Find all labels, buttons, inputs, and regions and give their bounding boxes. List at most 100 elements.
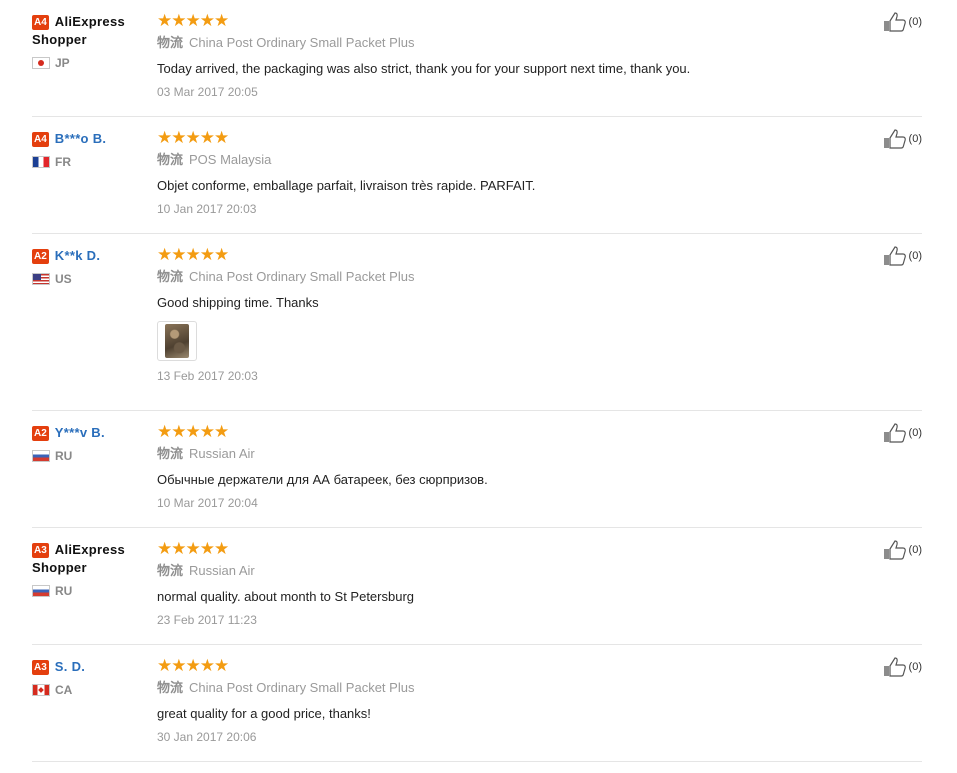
shipping-method: 物流 China Post Ordinary Small Packet Plus bbox=[157, 269, 857, 286]
review-text: Обычные держатели для АА батареек, без с… bbox=[157, 472, 488, 487]
thumbs-up-icon bbox=[883, 246, 909, 266]
buyer-name[interactable]: K**k D. bbox=[55, 248, 100, 263]
buyer-info: A2 Y***v B. RU bbox=[32, 424, 152, 463]
review-item: A3 AliExpress Shopper RU ★★★★★ 物流 Russian … bbox=[32, 528, 922, 645]
star-rating: ★★★★★ bbox=[157, 245, 229, 264]
buyer-level-badge: A2 bbox=[32, 426, 49, 441]
review-text: Today arrived, the packaging was also st… bbox=[157, 61, 691, 76]
logistics-label: 物流 bbox=[157, 153, 184, 168]
review-item: A2 K**k D. US ★★★★★ 物流 China Post Ordinary… bbox=[32, 234, 922, 411]
shipping-method-name: China Post Ordinary Small Packet Plus bbox=[189, 269, 415, 284]
buyer-level-badge: A2 bbox=[32, 249, 49, 264]
review-item: A2 Y***v B. RU ★★★★★ 物流 Russian Air Обычны… bbox=[32, 411, 922, 528]
buyer-country: RU bbox=[32, 449, 152, 463]
review-item: A4 B***o B. FR ★★★★★ 物流 POS Malaysia Objet… bbox=[32, 117, 922, 234]
country-code: US bbox=[55, 272, 72, 286]
ru-flag-icon bbox=[32, 585, 50, 597]
us-flag-icon bbox=[32, 273, 50, 285]
review-content: ★★★★★ 物流 China Post Ordinary Small Packet… bbox=[157, 657, 857, 745]
review-photo-thumbnail[interactable] bbox=[157, 321, 197, 361]
review-content: ★★★★★ 物流 Russian Air normal quality. abou… bbox=[157, 540, 857, 628]
review-date: 10 Mar 2017 20:04 bbox=[157, 496, 258, 510]
review-item: A4 AliExpress Shopper JP ★★★★★ 物流 China Po… bbox=[32, 0, 922, 117]
review-date: 10 Jan 2017 20:03 bbox=[157, 202, 257, 216]
review-date: 23 Feb 2017 11:23 bbox=[157, 613, 257, 627]
review-content: ★★★★★ 物流 POS Malaysia Objet conforme, emb… bbox=[157, 129, 857, 217]
logistics-label: 物流 bbox=[157, 36, 184, 51]
logistics-label: 物流 bbox=[157, 681, 184, 696]
buyer-info: A3 AliExpress Shopper RU bbox=[32, 541, 152, 598]
logistics-label: 物流 bbox=[157, 447, 184, 462]
helpful-button[interactable]: (0) bbox=[883, 129, 922, 149]
review-photo bbox=[165, 324, 189, 358]
buyer-country: FR bbox=[32, 155, 152, 169]
review-text: Objet conforme, emballage parfait, livra… bbox=[157, 178, 536, 193]
helpful-button[interactable]: (0) bbox=[883, 12, 922, 32]
buyer-country: CA bbox=[32, 683, 152, 697]
buyer-name[interactable]: B***o B. bbox=[55, 131, 107, 146]
buyer-info: A2 K**k D. US bbox=[32, 247, 152, 286]
country-code: CA bbox=[55, 683, 73, 697]
helpful-count: (0) bbox=[908, 250, 922, 262]
helpful-button[interactable]: (0) bbox=[883, 657, 922, 677]
buyer-info: A4 B***o B. FR bbox=[32, 130, 152, 169]
helpful-button[interactable]: (0) bbox=[883, 423, 922, 443]
shipping-method: 物流 Russian Air bbox=[157, 563, 857, 580]
thumbs-up-icon bbox=[883, 12, 909, 32]
helpful-button[interactable]: (0) bbox=[883, 246, 922, 266]
shipping-method: 物流 China Post Ordinary Small Packet Plus bbox=[157, 35, 857, 52]
star-rating: ★★★★★ bbox=[157, 656, 229, 675]
shipping-method-name: POS Malaysia bbox=[189, 152, 272, 167]
review-content: ★★★★★ 物流 China Post Ordinary Small Packet… bbox=[157, 12, 857, 100]
review-text: Good shipping time. Thanks bbox=[157, 295, 319, 310]
buyer-info: A4 AliExpress Shopper JP bbox=[32, 13, 152, 70]
shipping-method-name: China Post Ordinary Small Packet Plus bbox=[189, 680, 415, 695]
country-code: JP bbox=[55, 56, 70, 70]
review-item: A3 S. D. CA ★★★★★ 物流 China Post Ordinary S… bbox=[32, 645, 922, 762]
review-content: ★★★★★ 物流 Russian Air Обычные держатели дл… bbox=[157, 423, 857, 511]
helpful-count: (0) bbox=[908, 661, 922, 673]
buyer-level-badge: A3 bbox=[32, 660, 49, 675]
country-code: RU bbox=[55, 584, 73, 598]
buyer-name[interactable]: S. D. bbox=[55, 659, 85, 674]
buyer-country: JP bbox=[32, 56, 152, 70]
buyer-level-badge: A3 bbox=[32, 543, 49, 558]
thumbs-up-icon bbox=[883, 129, 909, 149]
helpful-count: (0) bbox=[908, 544, 922, 556]
buyer-level-badge: A4 bbox=[32, 132, 49, 147]
helpful-count: (0) bbox=[908, 16, 922, 28]
ru-flag-icon bbox=[32, 450, 50, 462]
review-date: 30 Jan 2017 20:06 bbox=[157, 730, 257, 744]
helpful-count: (0) bbox=[908, 133, 922, 145]
logistics-label: 物流 bbox=[157, 564, 184, 579]
shipping-method: 物流 Russian Air bbox=[157, 446, 857, 463]
review-text: great quality for a good price, thanks! bbox=[157, 706, 371, 721]
helpful-button[interactable]: (0) bbox=[883, 540, 922, 560]
star-rating: ★★★★★ bbox=[157, 128, 229, 147]
buyer-country: US bbox=[32, 272, 152, 286]
fr-flag-icon bbox=[32, 156, 50, 168]
buyer-country: RU bbox=[32, 584, 152, 598]
ca-flag-icon bbox=[32, 684, 50, 696]
shipping-method: 物流 China Post Ordinary Small Packet Plus bbox=[157, 680, 857, 697]
review-text: normal quality. about month to St Peters… bbox=[157, 589, 415, 604]
helpful-count: (0) bbox=[908, 427, 922, 439]
jp-flag-icon bbox=[32, 57, 50, 69]
thumbs-up-icon bbox=[883, 423, 909, 443]
shipping-method-name: Russian Air bbox=[189, 446, 255, 461]
review-content: ★★★★★ 物流 China Post Ordinary Small Packet… bbox=[157, 246, 857, 384]
shipping-method-name: China Post Ordinary Small Packet Plus bbox=[189, 35, 415, 50]
star-rating: ★★★★★ bbox=[157, 422, 229, 441]
logistics-label: 物流 bbox=[157, 270, 184, 285]
buyer-name[interactable]: Y***v B. bbox=[55, 425, 105, 440]
country-code: RU bbox=[55, 449, 73, 463]
star-rating: ★★★★★ bbox=[157, 539, 229, 558]
thumbs-up-icon bbox=[883, 657, 909, 677]
shipping-method: 物流 POS Malaysia bbox=[157, 152, 857, 169]
thumbs-up-icon bbox=[883, 540, 909, 560]
country-code: FR bbox=[55, 155, 71, 169]
shipping-method-name: Russian Air bbox=[189, 563, 255, 578]
buyer-level-badge: A4 bbox=[32, 15, 49, 30]
review-date: 03 Mar 2017 20:05 bbox=[157, 85, 258, 99]
star-rating: ★★★★★ bbox=[157, 11, 229, 30]
